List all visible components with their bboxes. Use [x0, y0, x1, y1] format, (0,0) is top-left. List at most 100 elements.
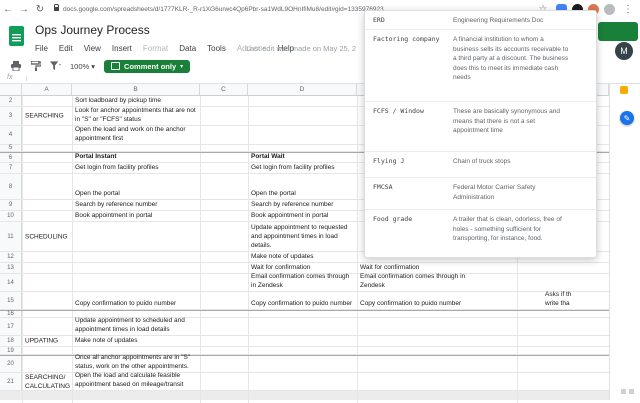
cell-d12[interactable]: Make note of updates: [251, 252, 314, 261]
col-header-a[interactable]: A: [22, 84, 72, 95]
cell-b17[interactable]: Update appointment to scheduled and appo…: [75, 316, 185, 334]
glossary-entry: Factoring company A financial institutio…: [365, 29, 596, 101]
overflow-menu-icon[interactable]: ⋮: [620, 4, 636, 15]
cell-b4[interactable]: Open the load and work on the anchor app…: [75, 125, 186, 143]
extensions-puzzle-icon[interactable]: [604, 3, 615, 15]
cell-a11[interactable]: SCHEDULING: [25, 232, 68, 241]
row-number[interactable]: 20: [0, 356, 22, 372]
cell-a18[interactable]: UPDATING: [25, 337, 58, 346]
pencil-icon: ✎: [623, 113, 631, 123]
menu-edit[interactable]: Edit: [59, 44, 73, 53]
fx-icon: fx: [7, 74, 13, 81]
glossary-entry: FCFS / Window These are basically synony…: [365, 101, 596, 151]
cell-b20[interactable]: Once all anchor appointments are in "S" …: [75, 353, 190, 371]
menu-tools[interactable]: Tools: [207, 44, 226, 53]
cell-d13[interactable]: Wait for confirmation: [251, 263, 310, 272]
sheet-row-21: 21 SEARCHING/ CALCULATING Open the load …: [0, 371, 609, 391]
sheet-row-15: 15 Copy confirmation to puido number Cop…: [0, 290, 609, 310]
row-number[interactable]: 16: [0, 311, 22, 317]
sheet-row-17: 17 Update appointment to scheduled and a…: [0, 316, 609, 336]
cell-b15[interactable]: Copy confirmation to puido number: [75, 299, 176, 308]
cell-b8[interactable]: Open the portal: [75, 189, 120, 198]
row-number[interactable]: 7: [0, 163, 22, 173]
cell-f15[interactable]: Asks if th write tha: [545, 290, 571, 308]
col-header-d[interactable]: D: [248, 84, 357, 95]
cell-e14[interactable]: Email confirmation comes through in Zend…: [360, 272, 465, 290]
formula-bar-divider: [26, 76, 27, 81]
forward-icon[interactable]: →: [16, 4, 32, 15]
menu-insert[interactable]: Insert: [112, 44, 132, 53]
row-number[interactable]: 21: [0, 373, 22, 390]
cell-d15[interactable]: Copy confirmation to puido number: [251, 299, 352, 308]
cell-e15[interactable]: Copy confirmation to puido number: [360, 299, 461, 308]
refresh-icon[interactable]: ↻: [32, 4, 48, 15]
menu-view[interactable]: View: [84, 44, 101, 53]
scrollbar-gutter[interactable]: [609, 84, 640, 400]
paint-format-icon[interactable]: [30, 61, 41, 72]
menu-file[interactable]: File: [35, 44, 48, 53]
cell-b6[interactable]: Portal Instant: [75, 152, 117, 161]
row-number[interactable]: 9: [0, 200, 22, 210]
glossary-entry: Food grade A trailer that is clean, odor…: [365, 209, 596, 257]
share-button[interactable]: [598, 22, 638, 41]
glossary-term: FCFS / Window: [373, 107, 424, 115]
sheet-row-14: 14 Email confirmation comes through in Z…: [0, 272, 609, 292]
scrollbar-button[interactable]: [621, 389, 626, 394]
row-number[interactable]: 13: [0, 263, 22, 273]
glossary-definition: Engineering Requirements Doc: [453, 17, 544, 24]
cell-d11[interactable]: Update appointment to requested and appo…: [251, 223, 347, 250]
sheets-logo-icon[interactable]: [9, 26, 24, 46]
star-document-icon[interactable]: ☆: [118, 25, 126, 36]
cell-b9[interactable]: Search by reference number: [75, 200, 157, 209]
cell-d7[interactable]: Get login from facility profiles: [251, 163, 334, 172]
row-number[interactable]: 5: [0, 145, 22, 151]
row-number[interactable]: 4: [0, 126, 22, 144]
zoom-caret-icon: ▾: [91, 61, 96, 71]
scrollbar-button[interactable]: [629, 389, 634, 394]
glossary-definition: A trailer that is clean, odorless, free …: [453, 216, 562, 242]
menu-data[interactable]: Data: [179, 44, 196, 53]
cell-b3[interactable]: Look for anchor appointments that are no…: [75, 106, 196, 124]
scroll-marker[interactable]: [620, 86, 628, 94]
cell-d9[interactable]: Search by reference number: [251, 200, 333, 209]
print-icon[interactable]: [10, 61, 21, 72]
mode-button-label: Comment only: [124, 61, 177, 71]
row-number[interactable]: 12: [0, 252, 22, 262]
cell-d8[interactable]: Open the portal: [251, 189, 296, 198]
edit-mode-fab[interactable]: ✎: [620, 111, 634, 125]
row-number[interactable]: 11: [0, 222, 22, 251]
row-number[interactable]: 14: [0, 274, 22, 291]
cell-b21[interactable]: Open the load and calculate feasible app…: [75, 371, 183, 389]
row-number[interactable]: 15: [0, 292, 22, 309]
cell-d14[interactable]: Email confirmation comes through in Zend…: [251, 272, 349, 290]
cell-b18[interactable]: Make note of updates: [75, 336, 138, 345]
cell-d6[interactable]: Portal Wait: [251, 152, 285, 161]
cell-a21[interactable]: SEARCHING/ CALCULATING: [25, 373, 70, 391]
cell-e13[interactable]: Wait for confirmation: [360, 263, 419, 272]
col-header-c[interactable]: C: [200, 84, 248, 95]
url-text[interactable]: docs.google.com/spreadsheets/d/1777KLR-_…: [63, 6, 384, 13]
row-number[interactable]: 19: [0, 347, 22, 354]
row-number[interactable]: 6: [0, 153, 22, 162]
row-number[interactable]: 10: [0, 211, 22, 221]
glossary-definition: These are basically synonymous and means…: [453, 108, 560, 134]
document-title[interactable]: Ops Journey Process: [35, 23, 150, 37]
last-edit-status[interactable]: Last edit was made on May 25, 2: [246, 44, 362, 53]
filter-icon[interactable]: [50, 61, 61, 72]
cell-b2[interactable]: Sort loadboard by pickup time: [75, 96, 161, 105]
cell-b10[interactable]: Book appointment in portal: [75, 211, 152, 220]
zoom-select[interactable]: 100% ▾: [70, 62, 95, 71]
row-number[interactable]: 18: [0, 336, 22, 346]
comment-only-mode-button[interactable]: Comment only ▾: [104, 59, 191, 73]
row-number[interactable]: 3: [0, 107, 22, 125]
select-all-corner[interactable]: [0, 84, 22, 95]
cell-a3[interactable]: SEARCHING: [25, 112, 64, 121]
row-number[interactable]: 8: [0, 174, 22, 199]
cell-d10[interactable]: Book appointment in portal: [251, 211, 328, 220]
row-number[interactable]: 2: [0, 96, 22, 106]
glossary-popup[interactable]: ERD Engineering Requirements Doc Factori…: [364, 10, 597, 258]
cell-b7[interactable]: Get login from facility profiles: [75, 163, 158, 172]
col-header-b[interactable]: B: [72, 84, 200, 95]
row-number[interactable]: 17: [0, 318, 22, 335]
back-icon[interactable]: ←: [0, 4, 16, 15]
